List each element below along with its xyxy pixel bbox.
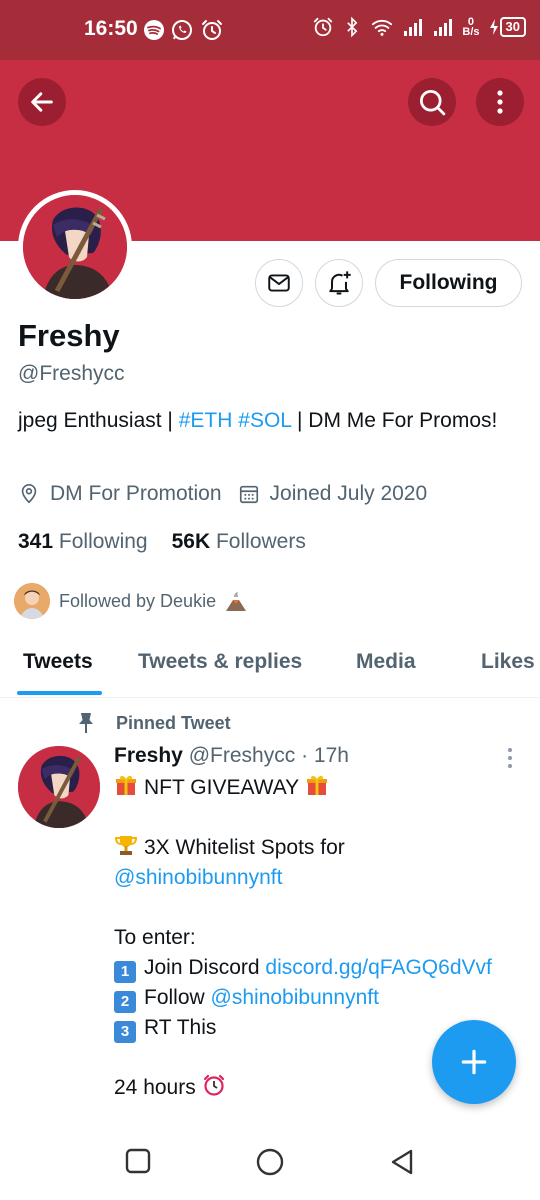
spotify-icon <box>144 20 164 40</box>
bio-text-suffix: | DM Me For Promos! <box>291 409 498 432</box>
arrow-left-icon <box>31 92 53 112</box>
envelope-icon <box>268 274 290 292</box>
location-text: DM For Promotion <box>50 482 222 505</box>
avatar-image <box>23 195 127 299</box>
bell-plus-icon <box>329 271 351 295</box>
following-button[interactable]: Following <box>375 259 522 307</box>
tweet-line: 2 Follow @shinobibunnynft <box>114 983 534 1013</box>
alarm-clock-icon <box>203 1074 224 1096</box>
hashtag-sol[interactable]: #SOL <box>238 409 291 432</box>
following-count: 341 <box>18 530 54 553</box>
step-1-text: Join Discord <box>144 956 266 979</box>
network-speed: 0 B/s <box>462 17 480 38</box>
tweet-author[interactable]: Freshy <box>114 744 183 767</box>
profile-bio: jpeg Enthusiast | #ETH #SOL | DM Me For … <box>18 405 518 436</box>
profile-name: Freshy <box>18 318 120 353</box>
alarm-icon <box>314 17 333 37</box>
home-button[interactable] <box>256 1148 284 1176</box>
signal-icon <box>404 19 423 36</box>
battery-charging-icon: 30 <box>488 17 526 37</box>
tab-tweets-and-replies[interactable]: Tweets & replies <box>138 650 302 674</box>
tweet-header: Freshy @Freshycc · 17h <box>114 744 349 768</box>
tweet-line: To enter: <box>114 923 534 953</box>
location-pin-icon <box>21 484 37 504</box>
join-date-text: Joined July 2020 <box>269 482 428 505</box>
search-icon <box>420 90 446 116</box>
step-2-text: Follow <box>144 986 211 1009</box>
alarm-icon <box>202 20 222 40</box>
calendar-icon <box>239 485 258 504</box>
mention-link[interactable]: @shinobibunnynft <box>114 866 282 889</box>
profile-meta: DM For Promotion Joined July 2020 <box>18 482 427 506</box>
active-tab-indicator <box>17 691 102 695</box>
follower-avatar <box>14 583 50 619</box>
discord-link[interactable]: discord.gg/qFAGQ6dVvf <box>265 956 491 979</box>
back-button[interactable] <box>18 78 66 126</box>
compose-tweet-button[interactable] <box>432 1020 516 1104</box>
keycap-3-icon: 3 <box>114 1021 136 1043</box>
step-3-text: RT This <box>144 1016 217 1039</box>
status-bar: 16:50 0 B/s 30 <box>0 0 540 60</box>
profile-handle: @Freshycc <box>18 362 125 385</box>
following-label: Following <box>58 530 148 553</box>
trophy-icon <box>114 836 138 855</box>
hashtag-eth[interactable]: #ETH <box>179 409 233 432</box>
signal-icon <box>434 19 453 36</box>
location: DM For Promotion <box>18 482 222 506</box>
giveaway-title: NFT GIVEAWAY <box>144 776 300 799</box>
bio-text: jpeg Enthusiast | <box>18 409 179 432</box>
tweet-avatar[interactable] <box>18 746 100 828</box>
pin-icon <box>79 713 93 733</box>
join-date: Joined July 2020 <box>238 482 428 506</box>
system-nav-bar <box>0 1124 540 1200</box>
followers-count: 56K <box>171 530 211 553</box>
bluetooth-icon <box>347 16 358 38</box>
message-button[interactable] <box>255 259 303 307</box>
to-enter-text: To enter: <box>114 926 196 949</box>
volcano-icon <box>226 592 247 611</box>
wifi-icon <box>372 19 393 36</box>
keycap-1-icon: 1 <box>114 961 136 983</box>
follow-stats: 341 Following 56K Followers <box>18 530 306 554</box>
whatsapp-icon <box>172 20 192 40</box>
tweet-time: · 17h <box>301 744 349 767</box>
search-button[interactable] <box>408 78 456 126</box>
following-stat[interactable]: 341 Following <box>18 530 148 554</box>
back-nav-button[interactable] <box>389 1148 415 1176</box>
tweet-handle[interactable]: @Freshycc <box>189 744 296 767</box>
plus-icon <box>461 1049 487 1075</box>
gift-icon <box>116 775 136 795</box>
tab-tweets[interactable]: Tweets <box>23 650 93 674</box>
battery-level: 30 <box>499 17 526 37</box>
profile-avatar[interactable] <box>18 190 132 304</box>
tab-likes[interactable]: Likes <box>481 650 535 674</box>
pinned-label: Pinned Tweet <box>76 712 231 734</box>
pinned-text: Pinned Tweet <box>116 712 231 733</box>
followers-label: Followers <box>215 530 306 553</box>
network-speed-unit: B/s <box>462 26 480 38</box>
tweet-line: @shinobibunnynft <box>114 863 534 893</box>
follow-mention-link[interactable]: @shinobibunnynft <box>211 986 379 1009</box>
status-icons: 0 B/s 30 <box>312 16 526 38</box>
profile-tabs: Tweets Tweets & replies Media Likes <box>0 640 540 698</box>
notifications-button[interactable] <box>315 259 363 307</box>
status-time: 16:50 <box>84 17 138 40</box>
more-vertical-icon <box>497 90 503 114</box>
gift-icon <box>307 775 328 795</box>
whitelist-text: 3X Whitelist Spots for <box>144 836 345 859</box>
followed-by[interactable]: Followed by Deukie <box>14 583 249 619</box>
followers-stat[interactable]: 56K Followers <box>172 530 306 554</box>
duration-text: 24 hours <box>114 1076 196 1099</box>
more-vertical-icon <box>508 748 512 768</box>
more-options-button[interactable] <box>476 78 524 126</box>
keycap-2-icon: 2 <box>114 991 136 1013</box>
tweet-more-button[interactable] <box>500 746 520 775</box>
recent-apps-button[interactable] <box>125 1148 151 1174</box>
tweet-line: NFT GIVEAWAY <box>114 773 534 803</box>
tab-media[interactable]: Media <box>356 650 416 674</box>
tweet-line: 1 Join Discord discord.gg/qFAGQ6dVvf <box>114 953 534 983</box>
followed-by-text: Followed by Deukie <box>59 590 217 611</box>
tweet-line: 3X Whitelist Spots for <box>114 833 534 863</box>
